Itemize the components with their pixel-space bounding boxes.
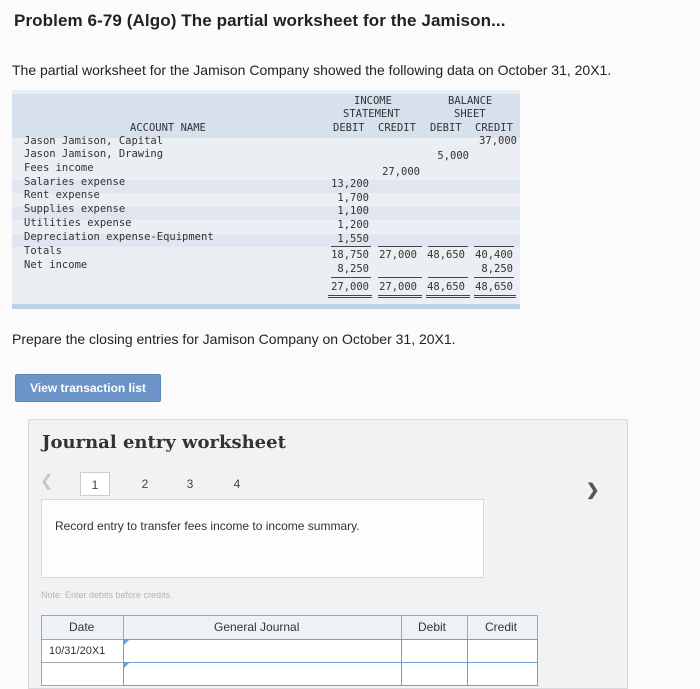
dropdown-marker-icon [124, 640, 129, 645]
account-select[interactable] [123, 639, 402, 663]
worksheet-account: Fees income [24, 162, 94, 174]
entry-instruction-box: Record entry to transfer fees income to … [41, 499, 484, 578]
worksheet-amount: 8,250 [337, 263, 369, 275]
step-tab-4[interactable]: 4 [222, 472, 252, 496]
worksheet-amount: 37,000 [479, 135, 517, 147]
journal-table: Date General Journal Debit Credit 10/31/… [41, 615, 538, 689]
step-tab-1[interactable]: 1 [80, 472, 110, 496]
credit-input[interactable] [467, 662, 538, 686]
worksheet-account: Rent expense [24, 189, 100, 201]
income-statement-heading-2: STATEMENT [343, 108, 400, 120]
date-cell[interactable] [41, 662, 124, 686]
worksheet-amount: 18,750 [331, 249, 369, 261]
worksheet-amount: 48,650 [427, 249, 465, 261]
general-journal-column-header: General Journal [123, 615, 402, 640]
credit-column-header: Credit [467, 615, 538, 640]
page-title: Problem 6-79 (Algo) The partial workshee… [14, 11, 506, 30]
journal-worksheet-title: Journal entry worksheet [42, 432, 286, 453]
step-tab-2[interactable]: 2 [130, 472, 160, 496]
worksheet-amount: 27,000 [379, 281, 417, 293]
entry-instruction: Record entry to transfer fees income to … [55, 519, 360, 533]
date-cell[interactable]: 10/31/20X1 [41, 639, 124, 663]
account-name-header: ACCOUNT NAME [130, 122, 206, 134]
account-select[interactable] [123, 662, 402, 686]
worksheet-account: Jason Jamison, Capital [24, 135, 164, 147]
worksheet-amount: 40,400 [475, 249, 513, 261]
worksheet-amount: 8,250 [481, 263, 513, 275]
worksheet-amount: 48,650 [427, 281, 465, 293]
worksheet-amount: 1,550 [337, 233, 369, 245]
worksheet-amount: 5,000 [437, 150, 469, 162]
balance-sheet-heading-1: BALANCE [448, 95, 493, 107]
debits-note: Note: Enter debits before credits. [41, 590, 173, 600]
chevron-left-icon[interactable]: ❮ [40, 471, 53, 491]
worksheet-account: Supplies expense [24, 203, 126, 215]
worksheet-account: Net income [24, 259, 88, 271]
debit-input[interactable] [401, 662, 468, 686]
worksheet-amount: 13,200 [331, 178, 369, 190]
instructions-text: Prepare the closing entries for Jamison … [12, 331, 456, 347]
worksheet-amount: 27,000 [379, 249, 417, 261]
worksheet-account: Jason Jamison, Drawing [24, 148, 164, 160]
worksheet-amount: 27,000 [382, 166, 420, 178]
income-statement-heading-1: INCOME [354, 95, 392, 107]
problem-intro: The partial worksheet for the Jamison Co… [12, 62, 612, 78]
debit-column-header: Debit [401, 615, 468, 640]
worksheet-account: Salaries expense [24, 176, 126, 188]
journal-entry-worksheet: Journal entry worksheet ❮ 1 2 3 4 ❯ Reco… [28, 419, 628, 689]
worksheet-account: Utilities expense [24, 217, 132, 229]
dropdown-marker-icon [124, 663, 129, 668]
worksheet-account: Depreciation expense-Equipment [24, 231, 214, 243]
step-tab-3[interactable]: 3 [175, 472, 205, 496]
partial-worksheet: INCOME STATEMENT BALANCE SHEET ACCOUNT N… [12, 90, 520, 309]
worksheet-amount: 48,650 [475, 281, 513, 293]
chevron-right-icon[interactable]: ❯ [586, 480, 599, 500]
credit-input[interactable] [467, 639, 538, 663]
worksheet-amount: 1,100 [337, 205, 369, 217]
bs-credit-header: CREDIT [475, 122, 513, 134]
date-column-header: Date [41, 615, 124, 640]
is-debit-header: DEBIT [333, 122, 365, 134]
worksheet-amount: 27,000 [331, 281, 369, 293]
worksheet-amount: 1,200 [337, 219, 369, 231]
is-credit-header: CREDIT [378, 122, 416, 134]
balance-sheet-heading-2: SHEET [454, 108, 486, 120]
view-transaction-list-button[interactable]: View transaction list [15, 374, 161, 402]
bs-debit-header: DEBIT [430, 122, 462, 134]
worksheet-account: Totals [24, 245, 62, 257]
worksheet-amount: 1,700 [337, 192, 369, 204]
debit-input[interactable] [401, 639, 468, 663]
